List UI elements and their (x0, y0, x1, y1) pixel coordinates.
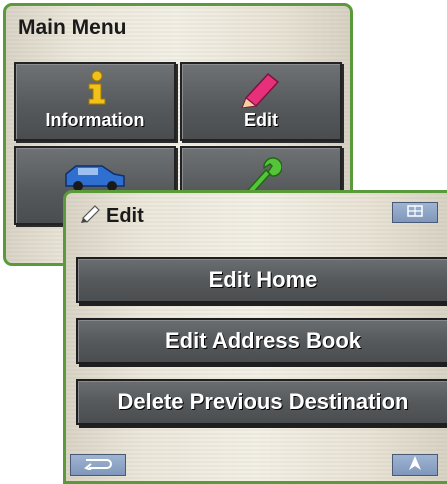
back-button[interactable] (70, 454, 126, 476)
delete-previous-destination-button[interactable]: Delete Previous Destination (76, 379, 447, 425)
pencil-icon (238, 68, 284, 113)
edit-label: Edit (244, 110, 278, 130)
edit-dialog-title: Edit (106, 204, 144, 227)
edit-address-book-button[interactable]: Edit Address Book (76, 318, 447, 364)
edit-dialog: Edit Edit Home Edit Address Book Delete … (63, 190, 447, 484)
edit-title-pencil-icon (80, 203, 102, 229)
edit-home-button[interactable]: Edit Home (76, 257, 447, 303)
info-icon (82, 70, 112, 111)
information-label: Information (45, 110, 145, 130)
main-menu-title: Main Menu (18, 16, 127, 39)
navigation-button[interactable] (392, 454, 438, 476)
edit-tile[interactable]: Edit (180, 62, 342, 141)
navigation-arrow-icon (408, 455, 422, 476)
keyboard-icon (407, 204, 423, 222)
keyboard-button[interactable] (392, 202, 438, 223)
back-arrow-icon (83, 456, 113, 475)
information-tile[interactable]: Information (14, 62, 176, 141)
